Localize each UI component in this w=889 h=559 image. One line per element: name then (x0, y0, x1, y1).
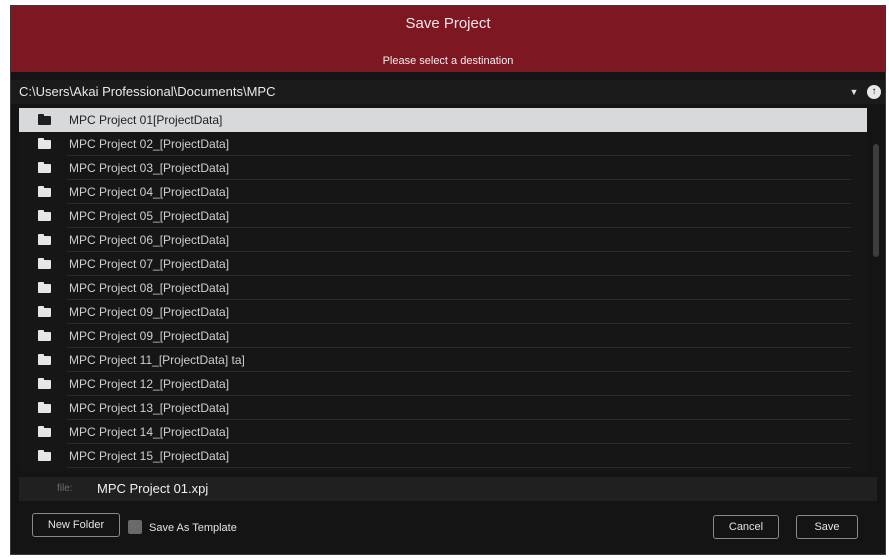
file-list-item-label: MPC Project 05_[ProjectData] (69, 209, 230, 223)
folder-icon (38, 234, 51, 245)
file-list-item-label: MPC Project 02_[ProjectData] (69, 137, 230, 151)
file-list-item-label: MPC Project 07_[ProjectData] (69, 257, 230, 271)
file-list-item[interactable]: MPC Project 15_[ProjectData] (19, 444, 867, 468)
file-name-input[interactable]: MPC Project 01.xpj (97, 481, 208, 496)
folder-icon (38, 258, 51, 269)
file-list-item-label: MPC Project 09_[ProjectData] (69, 329, 230, 343)
file-list-item[interactable]: MPC Project 07_[ProjectData] (19, 252, 867, 276)
folder-icon (38, 450, 51, 461)
file-list-item[interactable]: MPC Project 12_[ProjectData] (19, 372, 867, 396)
file-list-item[interactable]: MPC Project 06_[ProjectData] (19, 228, 867, 252)
file-field-label: file: (57, 483, 73, 494)
file-list-item-label: MPC Project 13_[ProjectData] (69, 401, 230, 415)
folder-icon (38, 114, 51, 125)
file-list-item-label: MPC Project 14_[ProjectData] (69, 425, 230, 439)
file-list-item-label: MPC Project 11_[ProjectData] ta] (69, 353, 245, 367)
folder-icon (38, 426, 51, 437)
file-list-item[interactable]: MPC Project 13_[ProjectData] (19, 396, 867, 420)
folder-icon (38, 210, 51, 221)
caret-down-icon[interactable]: ▼ (848, 86, 860, 98)
folder-icon (38, 306, 51, 317)
file-list-item-label: MPC Project 03_[ProjectData] (69, 161, 230, 175)
file-list-item-label: MPC Project 01[ProjectData] (69, 113, 223, 127)
file-list-item[interactable]: MPC Project 03_[ProjectData] (19, 156, 867, 180)
folder-icon (38, 354, 51, 365)
file-list-item-label: MPC Project 08_[ProjectData] (69, 281, 230, 295)
file-list-item-label: MPC Project 06_[ProjectData] (69, 233, 230, 247)
file-list-item[interactable]: MPC Project 05_[ProjectData] (19, 204, 867, 228)
folder-icon (38, 282, 51, 293)
file-list-item[interactable]: MPC Project 11_[ProjectData] ta] (19, 348, 867, 372)
save-project-dialog: Save Project Please select a destination… (10, 5, 886, 555)
scrollbar[interactable] (873, 144, 879, 257)
file-list-item[interactable]: MPC Project 02_[ProjectData] (19, 132, 867, 156)
path-selector[interactable]: C:\Users\Akai Professional\Documents\MPC… (11, 80, 885, 104)
up-arrow-icon[interactable]: ↑ (867, 85, 881, 99)
save-as-template-label: Save As Template (149, 522, 237, 534)
file-list-item[interactable]: MPC Project 09_[ProjectData] (19, 324, 867, 348)
folder-icon (38, 162, 51, 173)
folder-icon (38, 330, 51, 341)
new-folder-button[interactable]: New Folder (32, 513, 120, 537)
file-list-item-label: MPC Project 15_[ProjectData] (69, 449, 230, 463)
save-button[interactable]: Save (796, 515, 858, 539)
title-bar: Save Project Please select a destination (11, 6, 885, 72)
file-name-field[interactable]: file: MPC Project 01.xpj (19, 477, 877, 501)
dialog-title: Save Project (405, 15, 491, 32)
folder-icon (38, 378, 51, 389)
file-list-item-label: MPC Project 09_[ProjectData] (69, 305, 230, 319)
folder-icon (38, 402, 51, 413)
file-list-item-label: MPC Project 12_[ProjectData] (69, 377, 230, 391)
save-as-template-checkbox[interactable] (128, 520, 142, 534)
cancel-button[interactable]: Cancel (713, 515, 779, 539)
file-list-item[interactable]: MPC Project 01[ProjectData] (19, 108, 867, 132)
file-list-item[interactable]: MPC Project 08_[ProjectData] (19, 276, 867, 300)
file-list: MPC Project 01[ProjectData] MPC Project 0… (19, 108, 867, 471)
file-list-item[interactable]: MPC Project 04_[ProjectData] (19, 180, 867, 204)
row-divider (67, 467, 851, 468)
file-list-item-label: MPC Project 04_[ProjectData] (69, 185, 230, 199)
current-path: C:\Users\Akai Professional\Documents\MPC (19, 84, 276, 99)
folder-icon (38, 186, 51, 197)
file-list-item[interactable]: MPC Project 14_[ProjectData] (19, 420, 867, 444)
folder-icon (38, 138, 51, 149)
dialog-subtitle: Please select a destination (382, 55, 514, 67)
file-list-item[interactable]: MPC Project 09_[ProjectData] (19, 300, 867, 324)
